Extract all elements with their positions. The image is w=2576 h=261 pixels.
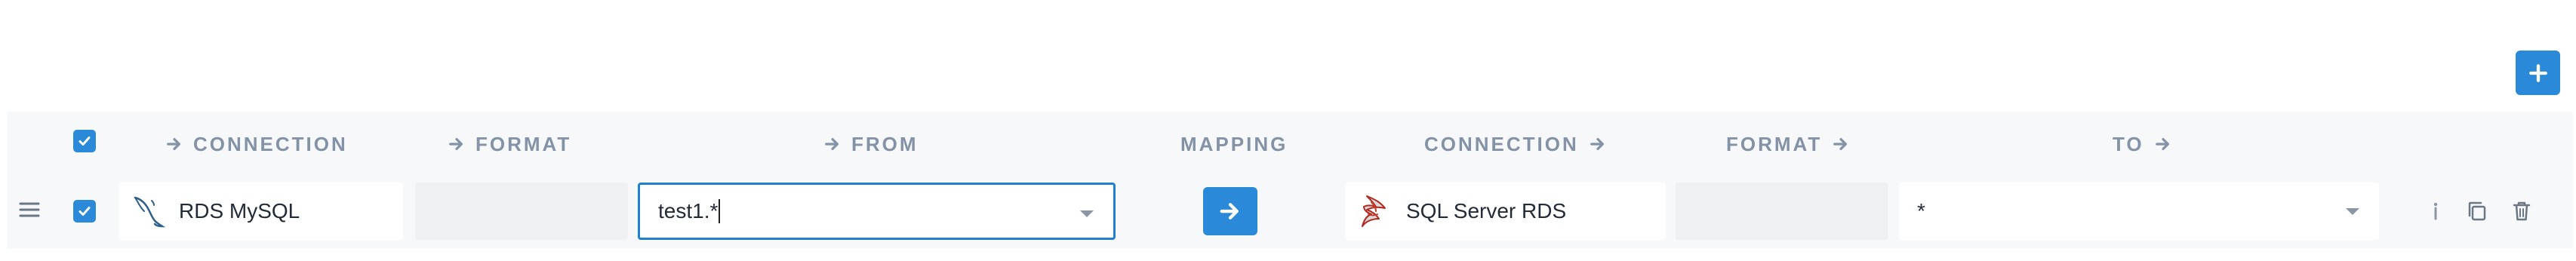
from-input[interactable]: test1.*	[638, 183, 1116, 240]
mapping-button[interactable]	[1203, 187, 1257, 235]
header-mapping: MAPPING	[1180, 130, 1288, 158]
source-format-select[interactable]	[415, 183, 628, 240]
header-from: FROM	[824, 130, 919, 158]
chevron-down-icon[interactable]	[2346, 208, 2359, 215]
trash-icon[interactable]	[2510, 199, 2534, 223]
table-header: CONNECTION FORMAT FROM MAPPING CONNECTIO…	[7, 112, 2573, 173]
arrow-right-icon	[167, 137, 181, 151]
header-source-connection: CONNECTION	[166, 130, 348, 158]
from-input-value: test1.*	[658, 199, 719, 223]
to-select-value: *	[1917, 199, 1925, 223]
header-mapping-label: MAPPING	[1180, 132, 1288, 155]
checkmark-icon	[78, 137, 91, 146]
checkmark-icon	[78, 207, 91, 216]
arrow-right-icon	[1590, 137, 1604, 151]
source-connection-label: RDS MySQL	[179, 199, 300, 223]
arrow-right-icon	[1833, 137, 1848, 151]
header-target-format-label: FORMAT	[1726, 132, 1823, 155]
row-checkbox[interactable]	[73, 200, 96, 223]
copy-icon[interactable]	[2465, 199, 2489, 223]
header-target-connection: CONNECTION	[1424, 130, 1606, 158]
target-connection-label: SQL Server RDS	[1406, 199, 1567, 223]
table-row: RDS MySQL test1.* SQL Server RDS *	[7, 173, 2573, 249]
mysql-dolphin-icon	[134, 196, 166, 228]
source-connection-select[interactable]: RDS MySQL	[118, 183, 403, 240]
header-source-format-label: FORMAT	[475, 132, 572, 155]
header-target-connection-label: CONNECTION	[1424, 132, 1579, 155]
to-select[interactable]: *	[1899, 183, 2379, 240]
arrow-right-icon	[449, 137, 463, 151]
select-all-checkbox[interactable]	[73, 130, 96, 152]
sql-server-icon	[1362, 195, 1386, 227]
text-cursor	[719, 199, 721, 223]
header-from-label: FROM	[851, 132, 919, 155]
info-icon[interactable]	[2424, 199, 2448, 223]
arrow-right-icon	[1220, 203, 1239, 220]
header-source-connection-label: CONNECTION	[193, 132, 348, 155]
header-source-format: FORMAT	[448, 130, 571, 158]
target-format-select[interactable]	[1676, 183, 1888, 240]
chevron-down-icon[interactable]	[1080, 210, 1094, 217]
header-to: TO	[2113, 130, 2171, 158]
add-row-button[interactable]	[2516, 51, 2560, 95]
header-to-label: TO	[2113, 132, 2144, 155]
target-connection-select[interactable]: SQL Server RDS	[1346, 183, 1666, 240]
arrow-right-icon	[825, 137, 839, 151]
arrow-right-icon	[2155, 137, 2169, 151]
header-target-format: FORMAT	[1726, 130, 1849, 158]
plus-icon	[2528, 63, 2547, 82]
drag-handle-icon[interactable]	[19, 201, 40, 219]
